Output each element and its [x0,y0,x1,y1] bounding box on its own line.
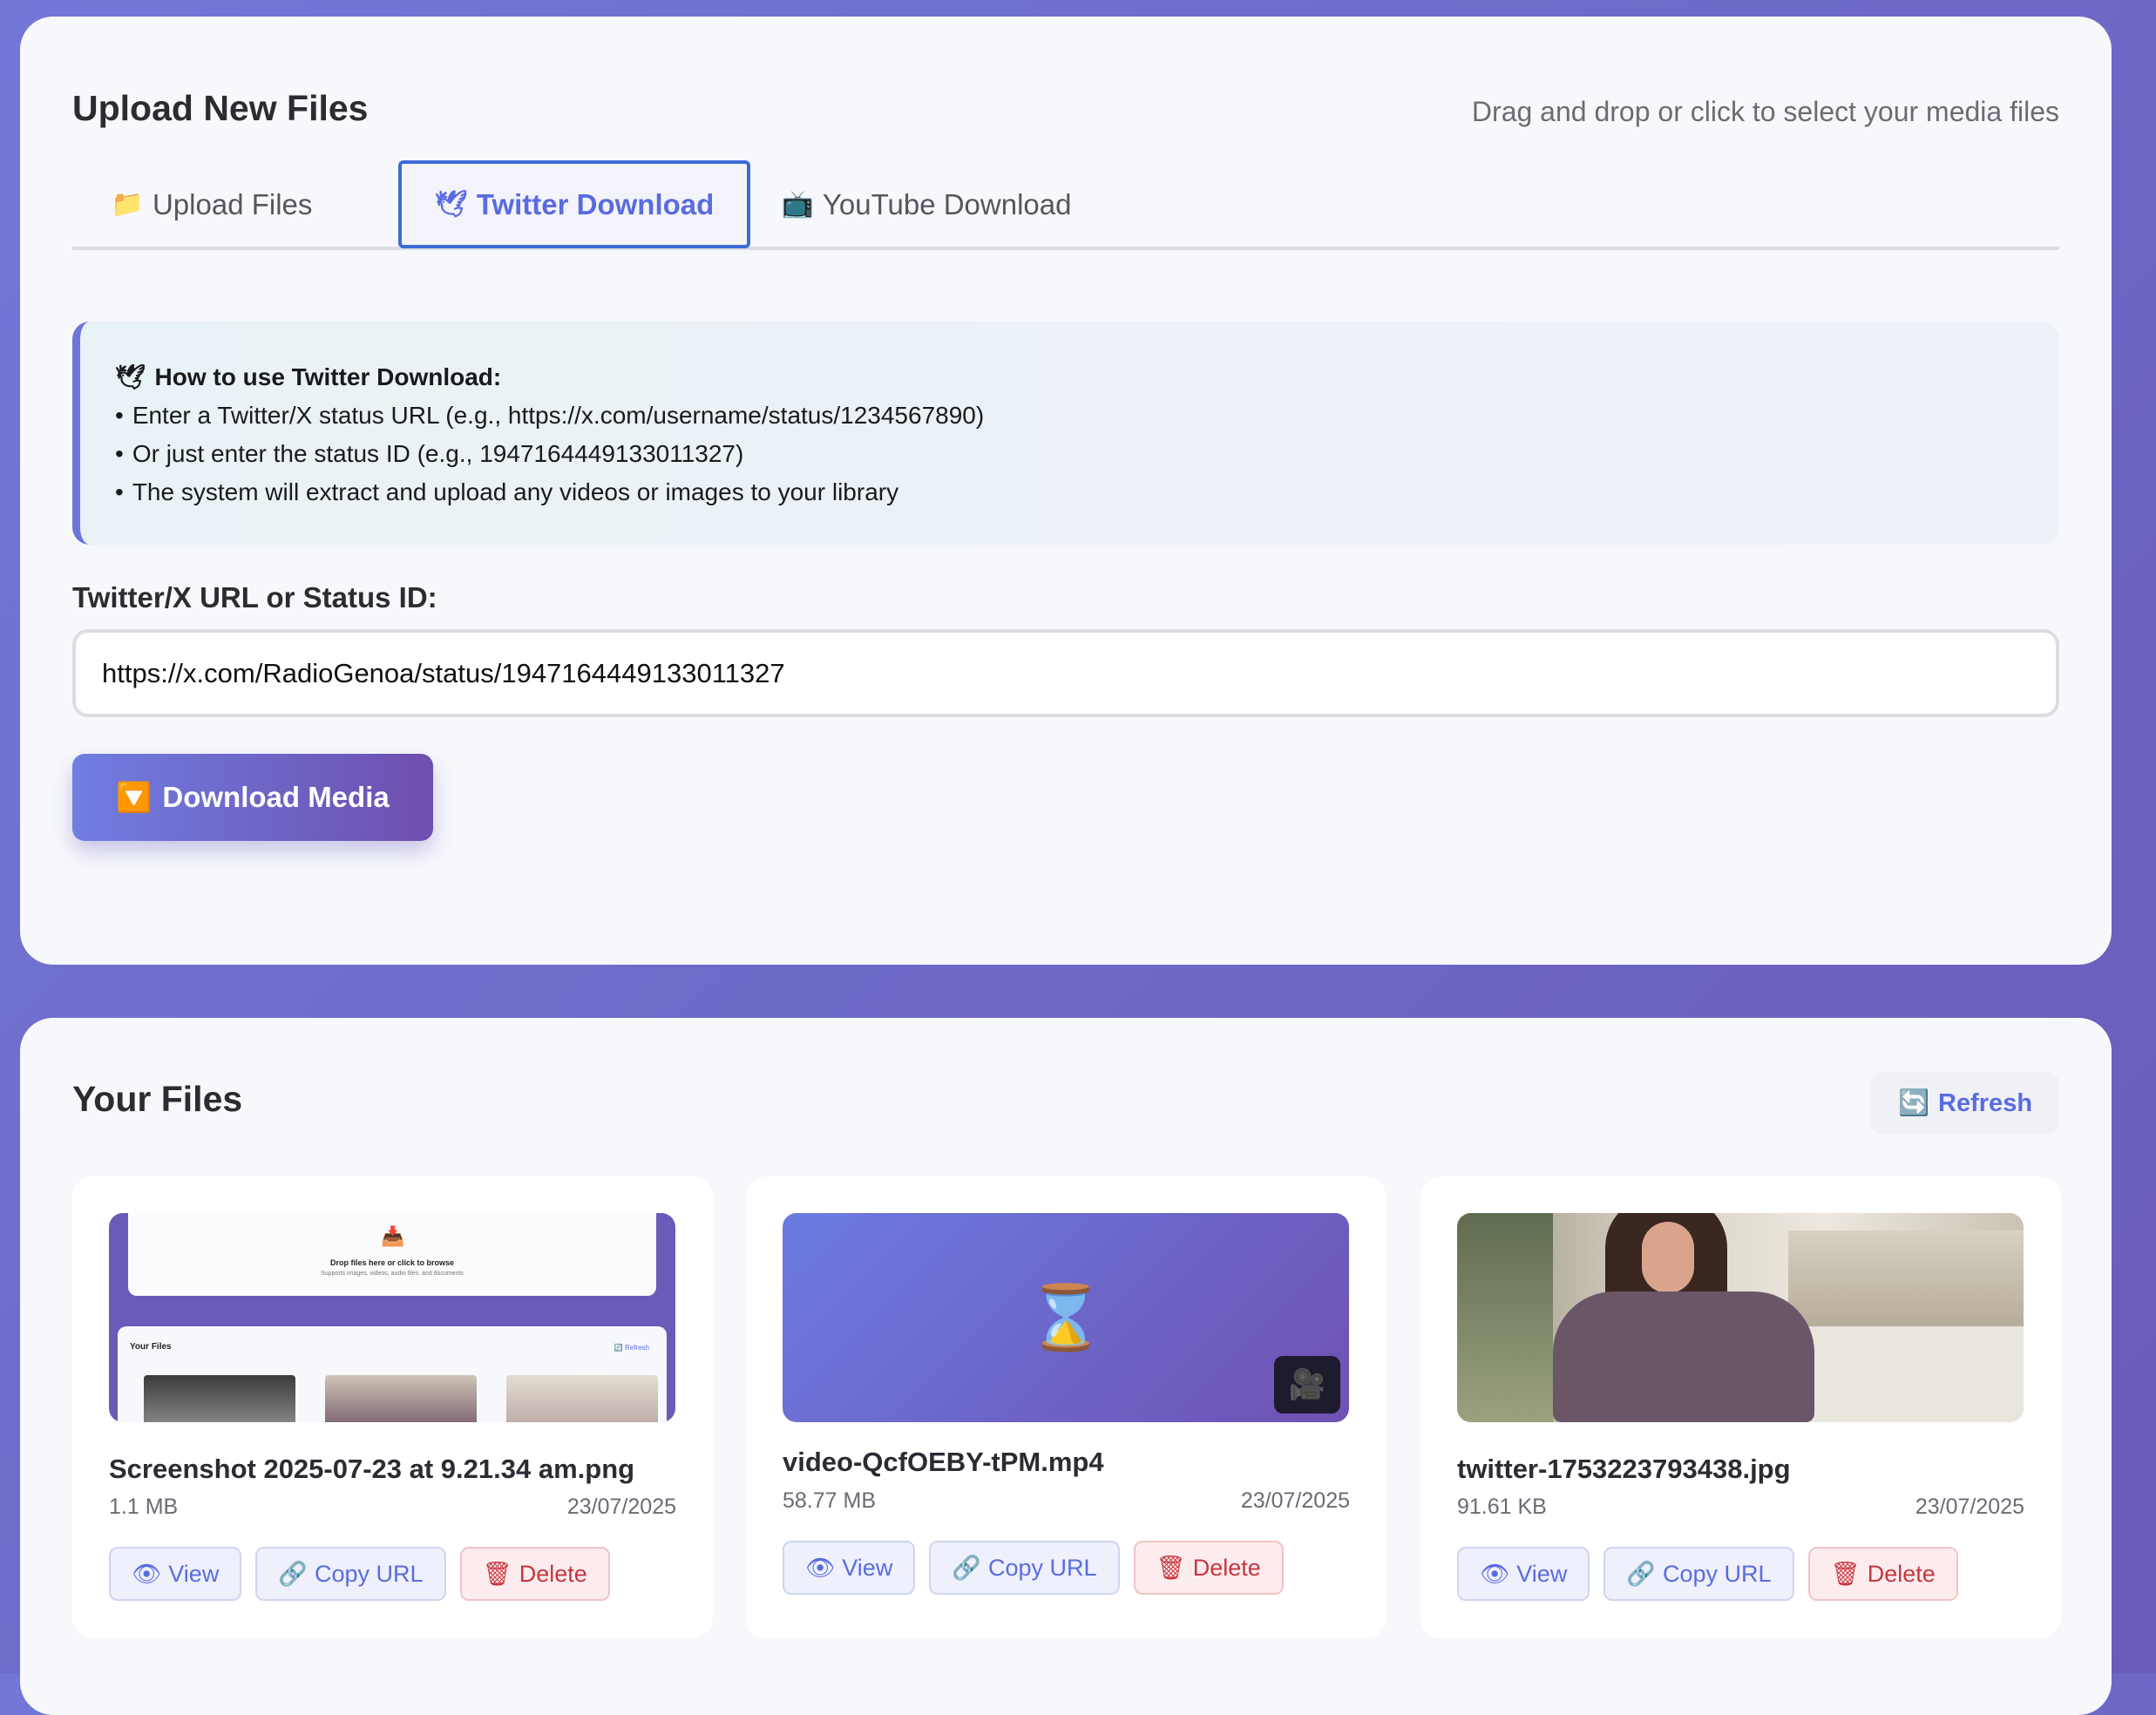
trash-icon: 🗑 [482,1561,512,1587]
view-label: View [168,1560,220,1587]
delete-button[interactable]: 🗑 Delete [459,1547,610,1601]
tray-icon: 📥 [381,1225,405,1247]
upload-title: Upload New Files [72,88,369,128]
upload-card: Upload New Files Drag and drop or click … [20,17,2112,965]
mini-drop-subtext: Supports images, videos, audio files, an… [321,1271,464,1277]
refresh-icon: 🔄 [1897,1089,1930,1117]
delete-button[interactable]: 🗑 Delete [1133,1541,1284,1595]
mini-refresh: 🔄 Refresh [614,1344,649,1352]
folder-icon: 📁 [111,190,144,219]
video-camera-icon: 🎥 [1274,1356,1340,1413]
bird-icon: 🕊 [115,363,146,390]
download-label: Download Media [162,781,390,813]
upload-subtitle: Drag and drop or click to select your me… [1471,96,2059,127]
photo-window [1457,1213,1553,1422]
files-card: Your Files 🔄 Refresh 📥 Drop files here o… [20,1018,2112,1715]
copy-url-label: Copy URL [314,1560,424,1587]
file-actions: 👁 View 🔗 Copy URL 🗑 Delete [783,1541,1284,1595]
file-thumbnail[interactable]: 📥 Drop files here or click to browse Sup… [109,1213,675,1422]
tab-label: Upload Files [152,187,313,220]
tab-twitter-download[interactable]: 🕊 Twitter Download [398,160,750,248]
copy-url-button[interactable]: 🔗 Copy URL [1603,1547,1794,1601]
mini-thumb [144,1375,295,1422]
file-actions: 👁 View 🔗 Copy URL 🗑 Delete [109,1547,610,1601]
mini-dropzone: 📥 Drop files here or click to browse Sup… [128,1213,656,1296]
photo-person-face [1642,1222,1694,1293]
eye-icon: 👁 [132,1561,162,1587]
bird-icon: 🕊 [434,190,468,219]
files-title: Your Files [72,1079,243,1119]
copy-url-label: Copy URL [1662,1560,1772,1587]
link-icon: 🔗 [952,1555,981,1581]
tv-icon: 📺 [781,190,814,219]
file-name: twitter-1753223793438.jpg [1457,1454,1791,1484]
file-date: 23/07/2025 [566,1495,676,1519]
download-icon: 🔽 [116,780,153,813]
upload-tabs: 📁 Upload Files 🕊 Twitter Download 📺 YouT… [72,160,2059,250]
tab-label: Twitter Download [476,187,715,220]
tab-upload-files[interactable]: 📁 Upload Files [72,160,351,248]
copy-url-label: Copy URL [987,1554,1097,1581]
tab-label: YouTube Download [822,187,1072,220]
tab-youtube-download[interactable]: 📺 YouTube Download [770,160,1083,248]
view-button[interactable]: 👁 View [109,1547,242,1601]
file-thumbnail[interactable]: ⌛ 🎥 [783,1213,1349,1422]
link-icon: 🔗 [278,1561,308,1587]
file-thumbnail[interactable] [1457,1213,2024,1422]
mini-drop-text: Drop files here or click to browse [329,1258,455,1267]
photo-person-shirt [1553,1291,1814,1422]
file-card: 📥 Drop files here or click to browse Sup… [72,1176,713,1638]
howto-line: • Or just enter the status ID (e.g., 194… [115,435,2024,473]
bullet: • [115,402,124,429]
howto-line-text: Enter a Twitter/X status URL (e.g., http… [132,402,985,429]
file-date: 23/07/2025 [1915,1495,2024,1519]
bullet: • [115,440,124,467]
refresh-button[interactable]: 🔄 Refresh [1871,1072,2059,1135]
howto-heading-row: 🕊 How to use Twitter Download: [115,358,2024,397]
file-card: ⌛ 🎥 video-QcfOEBY-tPM.mp4 58.77 MB 23/07… [746,1176,1386,1638]
view-label: View [1516,1560,1568,1587]
camera-glyph: 🎥 [1288,1368,1326,1401]
download-media-button[interactable]: 🔽 Download Media [72,754,433,841]
howto-line-text: Or just enter the status ID (e.g., 19471… [132,440,744,467]
delete-label: Delete [1192,1554,1261,1581]
file-name: video-QcfOEBY-tPM.mp4 [783,1447,1104,1477]
file-size: 58.77 MB [783,1488,877,1513]
file-date: 23/07/2025 [1240,1488,1350,1513]
howto-line: • Enter a Twitter/X status URL (e.g., ht… [115,397,2024,435]
file-size: 91.61 KB [1457,1495,1547,1519]
url-label: Twitter/X URL or Status ID: [72,581,437,613]
file-name: Screenshot 2025-07-23 at 9.21.34 am.png [109,1454,635,1484]
mini-files-title: Your Files [130,1342,172,1352]
copy-url-button[interactable]: 🔗 Copy URL [255,1547,446,1601]
eye-icon: 👁 [805,1555,836,1581]
refresh-label: Refresh [1938,1088,2033,1117]
trash-icon: 🗑 [1830,1561,1861,1587]
howto-box: 🕊 How to use Twitter Download: • Enter a… [72,322,2059,545]
view-button[interactable]: 👁 View [783,1541,916,1595]
howto-heading: How to use Twitter Download: [154,363,502,390]
file-actions: 👁 View 🔗 Copy URL 🗑 Delete [1457,1547,1958,1601]
mini-thumb [506,1375,658,1422]
file-size: 1.1 MB [109,1495,179,1519]
file-card: twitter-1753223793438.jpg 91.61 KB 23/07… [1420,1176,2061,1638]
delete-label: Delete [519,1560,587,1587]
copy-url-button[interactable]: 🔗 Copy URL [929,1541,1120,1595]
twitter-url-input[interactable] [72,629,2059,717]
delete-label: Delete [1867,1560,1936,1587]
view-label: View [842,1554,893,1581]
photo-shelf [1788,1230,2024,1326]
eye-icon: 👁 [1480,1561,1510,1587]
hourglass-icon: ⌛ [1027,1283,1105,1353]
bullet: • [115,478,124,505]
view-button[interactable]: 👁 View [1457,1547,1590,1601]
mini-files-panel: Your Files 🔄 Refresh [118,1326,667,1422]
mini-thumb [325,1375,477,1422]
link-icon: 🔗 [1626,1561,1656,1587]
howto-line: • The system will extract and upload any… [115,473,2024,512]
delete-button[interactable]: 🗑 Delete [1807,1547,1958,1601]
trash-icon: 🗑 [1156,1555,1186,1581]
howto-line-text: The system will extract and upload any v… [132,478,899,505]
